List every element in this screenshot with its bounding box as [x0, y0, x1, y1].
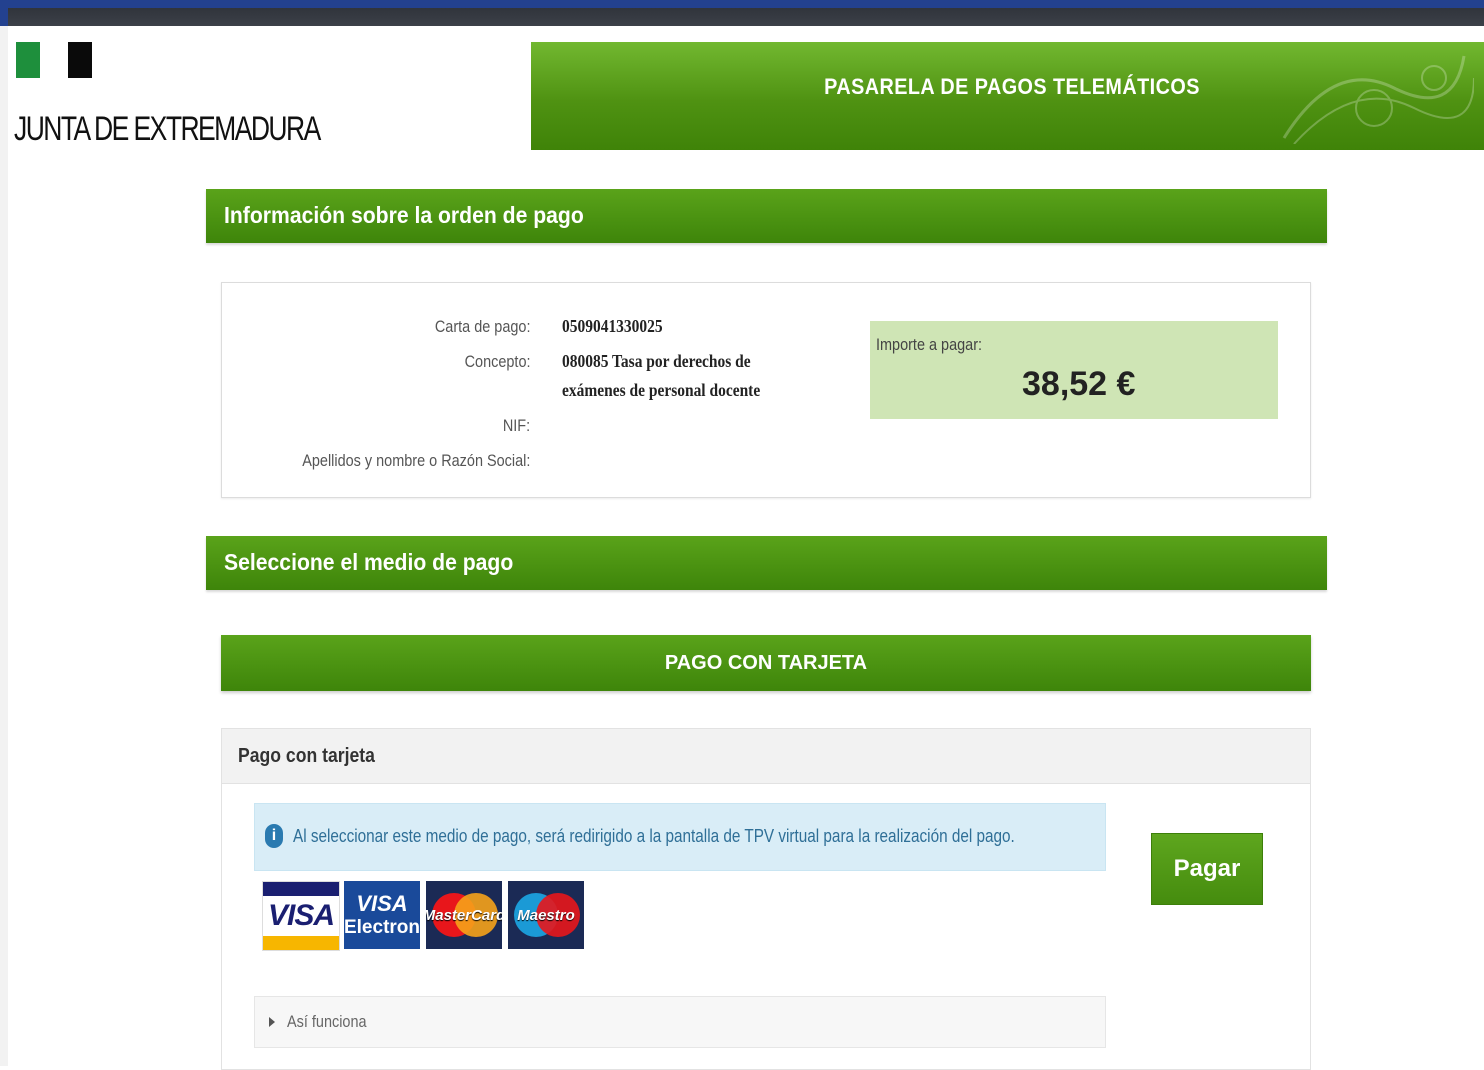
logo-text[interactable]: JUNTA DE EXTREMADURA — [14, 110, 321, 149]
visa-electron-logo-icon: VISA Electron — [344, 881, 420, 949]
pay-button[interactable]: Pagar — [1151, 833, 1263, 905]
card-panel-title: Pago con tarjeta — [238, 745, 375, 767]
carta-value: 0509041330025 — [562, 316, 663, 336]
info-alert: i Al seleccionar este medio de pago, ser… — [254, 803, 1106, 871]
amount-label: Importe a pagar: — [876, 335, 983, 354]
card-panel-header: Pago con tarjeta — [222, 729, 1310, 784]
header-banner: PASARELA DE PAGOS TELEMÁTICOS — [531, 42, 1484, 150]
carta-label: Carta de pago: — [434, 317, 530, 336]
tab-card-payment[interactable]: PAGO CON TARJETA — [221, 635, 1311, 691]
alert-text: Al seleccionar este medio de pago, será … — [293, 826, 1015, 846]
page-title: PASARELA DE PAGOS TELEMÁTICOS — [824, 74, 1200, 99]
page-edge — [0, 26, 8, 1066]
how-it-works-accordion[interactable]: Así funciona — [254, 996, 1106, 1048]
flag-white-stripe — [40, 42, 64, 78]
caret-right-icon — [269, 1017, 275, 1027]
card-payment-panel: Pago con tarjeta i Al seleccionar este m… — [221, 728, 1311, 1070]
flag-green-stripe — [16, 42, 40, 78]
how-it-works-label: Así funciona — [287, 1012, 367, 1031]
nombre-label: Apellidos y nombre o Razón Social: — [301, 451, 530, 470]
flag-black-stripe — [68, 42, 92, 78]
section-order-info-title: Información sobre la orden de pago — [224, 202, 584, 228]
concepto-value: 080085 Tasa por derechos de exámenes de … — [562, 351, 761, 400]
concepto-label: Concepto: — [464, 352, 530, 371]
nif-label: NIF: — [502, 416, 530, 435]
amount-value: 38,52 € — [1022, 365, 1136, 403]
visa-logo-icon: VISA — [262, 881, 340, 951]
section-payment-method-header: Seleccione el medio de pago — [206, 536, 1327, 590]
order-info-panel: Carta de pago: 0509041330025 Concepto: 0… — [221, 282, 1311, 498]
top-accent-line — [0, 0, 1484, 8]
section-payment-method-title: Seleccione el medio de pago — [224, 549, 514, 575]
info-icon: i — [265, 824, 283, 848]
maestro-logo-icon: Maestro — [508, 881, 584, 949]
mastercard-logo-icon: MasterCard — [426, 881, 502, 949]
section-order-info-header: Información sobre la orden de pago — [206, 189, 1327, 243]
amount-box: Importe a pagar: 38,52 € — [870, 321, 1278, 419]
tab-card-payment-label: PAGO CON TARJETA — [664, 652, 868, 674]
